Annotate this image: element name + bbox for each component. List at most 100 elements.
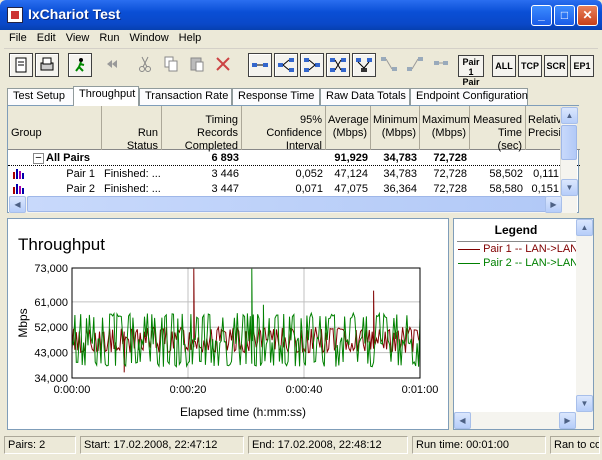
pair-chart-icon [12, 182, 26, 197]
close-button[interactable]: ✕ [577, 5, 598, 26]
average-mbps: 47,075 [334, 183, 368, 195]
header-minimum[interactable]: Minimum (Mbps) [371, 106, 420, 150]
minimize-button[interactable]: _ [531, 5, 552, 26]
y-tick-label: 61,000 [34, 297, 68, 309]
menu-window[interactable]: Window [125, 30, 174, 49]
cut-icon[interactable] [134, 53, 158, 77]
pair-name: Pair 1 [66, 168, 95, 180]
table-row-summary[interactable]: − All Pairs 6 893 91,929 34,783 72,728 [8, 151, 580, 166]
menu-help[interactable]: Help [174, 30, 207, 49]
tab-endpoint-configuration[interactable]: Endpoint Configuration [410, 88, 528, 105]
delete-icon[interactable] [212, 53, 236, 77]
scroll-down-icon[interactable]: ▼ [561, 179, 578, 196]
header-group[interactable]: Group [8, 106, 102, 150]
header-confidence-interval[interactable]: 95% Confidence Interval [242, 106, 326, 152]
edit-pair-icon[interactable] [378, 53, 402, 77]
new-document-button[interactable] [9, 53, 33, 77]
tab-raw-data-totals[interactable]: Raw Data Totals [320, 88, 410, 105]
menu-edit[interactable]: Edit [32, 30, 61, 49]
scroll-left-icon[interactable]: ◀ [9, 196, 26, 213]
legend-item-pair-2[interactable]: Pair 2 -- LAN->LAN [458, 257, 578, 269]
vertical-scroll-thumb[interactable] [561, 125, 577, 160]
voip-pair-icon[interactable] [352, 53, 376, 77]
video-pair-icon[interactable] [326, 53, 350, 77]
pair-label-1: Pair 1 [462, 57, 480, 77]
average-mbps: 47,124 [334, 168, 368, 180]
renumber-icon[interactable] [430, 53, 454, 77]
legend-scrollbar[interactable]: ▲ ▼ [576, 219, 593, 429]
print-button[interactable] [35, 53, 59, 77]
pair-chart-icon [12, 167, 26, 182]
minimum-mbps: 34,783 [383, 152, 417, 164]
filter-all-button[interactable]: ALL [492, 55, 516, 77]
x-axis-label: Elapsed time (h:mm:ss) [180, 405, 306, 419]
run-status: Finished: ... [104, 183, 161, 195]
status-end: End: 17.02.2008, 22:48:12 [248, 436, 408, 454]
confidence-interval: 0,071 [295, 183, 323, 195]
y-axis-label: Mbps [16, 308, 30, 337]
legend-scroll-up-icon[interactable]: ▲ [576, 219, 593, 236]
menu-run[interactable]: Run [94, 30, 124, 49]
scroll-right-icon[interactable]: ▶ [545, 196, 562, 213]
filter-scr-button[interactable]: SCR [544, 55, 568, 77]
maximize-button[interactable]: □ [554, 5, 575, 26]
chart-title: Throughput [18, 235, 105, 254]
legend-scroll-left-icon[interactable]: ◀ [454, 412, 471, 429]
pair-label-toggle[interactable]: Pair 1Pair 2 [458, 55, 484, 97]
horizontal-scroll-thumb[interactable] [27, 196, 547, 212]
status-pairs: Pairs: 2 [4, 436, 76, 454]
minimum-mbps: 36,364 [383, 183, 417, 195]
results-tabs: Test Setup Throughput Transaction Rate R… [4, 86, 598, 106]
maximum-mbps: 72,728 [433, 183, 467, 195]
multicast-pair-icon[interactable] [274, 53, 298, 77]
legend-scroll-down-icon[interactable]: ▼ [576, 395, 593, 412]
header-group-l2: Group [11, 127, 42, 139]
run-test-button[interactable] [68, 53, 92, 77]
grid-horizontal-scrollbar[interactable]: ◀ ▶ [9, 196, 562, 213]
tab-transaction-rate[interactable]: Transaction Rate [139, 88, 232, 105]
header-maximum[interactable]: Maximum (Mbps) [420, 106, 470, 150]
header-maximum-l1: Maximum [422, 114, 470, 126]
grid-vertical-scrollbar[interactable]: ▲ ▼ [560, 107, 578, 213]
add-pair-icon[interactable] [248, 53, 272, 77]
header-measured-time[interactable]: Measured Time (sec) [470, 106, 526, 152]
collapse-icon[interactable]: − [33, 153, 44, 164]
app-icon[interactable] [7, 7, 23, 23]
paste-icon[interactable] [186, 53, 210, 77]
legend-item-pair-1[interactable]: Pair 1 -- LAN->LAN [458, 243, 578, 255]
filter-ep1-button[interactable]: EP1 [570, 55, 594, 77]
x-tick-label: 0:01:00 [402, 384, 439, 396]
header-minimum-l2: (Mbps) [381, 127, 416, 139]
copy-icon[interactable] [160, 53, 184, 77]
status-runtime: Run time: 00:01:00 [412, 436, 546, 454]
legend-label-pair-2: Pair 2 -- LAN->LAN [483, 257, 579, 269]
toolbar: Pair 1Pair 2 ALL TCP SCR EP1 [4, 51, 598, 97]
header-relative-precision[interactable]: RelativePrecision [526, 106, 562, 150]
menu-file[interactable]: File [4, 30, 32, 49]
title-bar[interactable]: IxChariot Test _ □ ✕ [0, 0, 602, 30]
header-timing-records-l1: Timing Records [197, 114, 238, 139]
header-average[interactable]: Average (Mbps) [326, 106, 371, 150]
tab-response-time[interactable]: Response Time [232, 88, 320, 105]
status-bar: Pairs: 2 Start: 17.02.2008, 22:47:12 End… [0, 434, 602, 460]
swap-endpoints-icon[interactable] [404, 53, 428, 77]
stop-icon[interactable] [101, 53, 125, 77]
header-timing-records[interactable]: Timing Records Completed [162, 106, 242, 152]
table-row[interactable]: Pair 1 Finished: ... 3 446 0,052 47,124 … [8, 167, 580, 182]
legend-horizontal-scrollbar[interactable]: ◀ ▶ [454, 412, 576, 429]
tab-throughput[interactable]: Throughput [73, 86, 139, 106]
legend-scroll-right-icon[interactable]: ▶ [559, 412, 576, 429]
maximum-mbps: 72,728 [433, 152, 467, 164]
tab-test-setup[interactable]: Test Setup [7, 88, 75, 105]
status-completion: Ran to co [550, 436, 600, 454]
x-tick-label: 0:00:00 [54, 384, 91, 396]
scroll-up-icon[interactable]: ▲ [561, 107, 578, 124]
measured-time: 58,502 [489, 168, 523, 180]
table-row[interactable]: Pair 2 Finished: ... 3 447 0,071 47,075 … [8, 182, 580, 197]
filter-tcp-button[interactable]: TCP [518, 55, 542, 77]
average-mbps: 91,929 [334, 152, 368, 164]
measured-time: 58,580 [489, 183, 523, 195]
header-run-status[interactable]: Run Status [102, 106, 162, 152]
hardware-pair-icon[interactable] [300, 53, 324, 77]
menu-view[interactable]: View [61, 30, 95, 49]
